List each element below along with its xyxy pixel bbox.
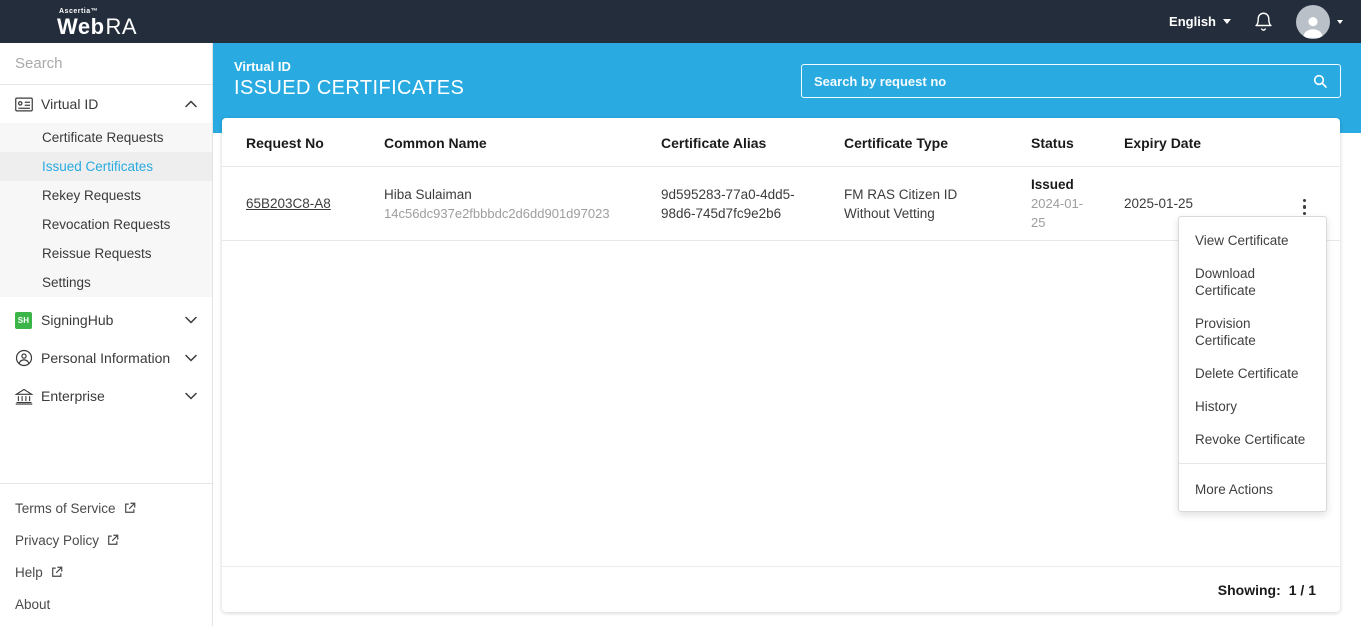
- table-empty-area: [222, 241, 1340, 566]
- chevron-up-icon: [185, 100, 197, 108]
- request-no-link[interactable]: 65B203C8-A8: [246, 196, 331, 211]
- col-request-no: Request No: [222, 118, 360, 167]
- sidebar-item-virtual-id[interactable]: Virtual ID: [0, 85, 212, 123]
- chevron-down-icon: [185, 316, 197, 324]
- sidebar-search: [0, 43, 212, 85]
- pagination-bar: Showing: 1 / 1: [222, 566, 1340, 612]
- sidebar-search-input[interactable]: [15, 55, 214, 72]
- search-icon[interactable]: [1312, 73, 1328, 89]
- row-actions-menu: View Certificate Download Certificate Pr…: [1178, 216, 1327, 512]
- table-header-row: Request No Common Name Certificate Alias…: [222, 118, 1340, 167]
- external-link-icon: [124, 502, 136, 514]
- common-name-hash: 14c56dc937e2fbbbdc2d6dd901d97023: [384, 204, 629, 223]
- col-certificate-alias: Certificate Alias: [637, 118, 820, 167]
- certificates-table: Request No Common Name Certificate Alias…: [222, 118, 1340, 241]
- status-date: 2024-01-25: [1031, 194, 1092, 232]
- sidebar-item-rekey-requests[interactable]: Rekey Requests: [0, 181, 212, 210]
- menu-item-delete-certificate[interactable]: Delete Certificate: [1179, 357, 1326, 390]
- user-menu[interactable]: [1296, 5, 1343, 39]
- language-label: English: [1169, 14, 1216, 29]
- external-link-icon: [107, 534, 119, 546]
- avatar: [1296, 5, 1330, 39]
- person-icon: [15, 349, 41, 367]
- caret-down-icon: [1223, 19, 1231, 24]
- link-help[interactable]: Help: [0, 556, 212, 588]
- menu-item-provision-certificate[interactable]: Provision Certificate: [1179, 307, 1326, 357]
- menu-divider: [1179, 463, 1326, 464]
- virtual-id-submenu: Certificate Requests Issued Certificates…: [0, 123, 212, 297]
- col-certificate-type: Certificate Type: [820, 118, 1007, 167]
- sidebar-item-reissue-requests[interactable]: Reissue Requests: [0, 239, 212, 268]
- showing-value: 1 / 1: [1289, 582, 1316, 598]
- certificate-type: FM RAS Citizen ID Without Vetting: [820, 167, 1007, 241]
- menu-item-revoke-certificate[interactable]: Revoke Certificate: [1179, 423, 1326, 456]
- id-card-icon: [15, 97, 41, 112]
- link-about[interactable]: About: [0, 588, 212, 620]
- sidebar-item-label: Virtual ID: [41, 96, 185, 112]
- certificate-alias: 9d595283-77a0-4dd5-98d6-745d7fc9e2b6: [637, 167, 820, 241]
- menu-item-history[interactable]: History: [1179, 390, 1326, 423]
- col-expiry-date: Expiry Date: [1100, 118, 1240, 167]
- sidebar-item-certificate-requests[interactable]: Certificate Requests: [0, 123, 212, 152]
- sidebar-item-label: Personal Information: [41, 350, 185, 366]
- topbar-actions: English: [1169, 5, 1343, 39]
- sidebar-item-label: SigningHub: [41, 312, 185, 328]
- sidebar-item-issued-certificates[interactable]: Issued Certificates: [0, 152, 212, 181]
- topbar: Ascertia™ WebRA English: [0, 0, 1361, 43]
- sidebar-spacer: [0, 415, 212, 483]
- external-link-icon: [51, 566, 63, 578]
- status-badge: Issued: [1031, 175, 1092, 194]
- sidebar-item-personal-information[interactable]: Personal Information: [0, 339, 212, 377]
- request-search-input[interactable]: [814, 74, 1312, 89]
- menu-item-view-certificate[interactable]: View Certificate: [1179, 224, 1326, 257]
- chevron-down-icon: [185, 354, 197, 362]
- language-selector[interactable]: English: [1169, 14, 1231, 29]
- common-name: Hiba Sulaiman: [384, 185, 629, 204]
- caret-down-icon: [1337, 20, 1343, 24]
- showing-label: Showing:: [1218, 582, 1281, 598]
- chevron-down-icon: [185, 392, 197, 400]
- col-common-name: Common Name: [360, 118, 637, 167]
- menu-item-more-actions[interactable]: More Actions: [1179, 470, 1326, 499]
- link-privacy-policy[interactable]: Privacy Policy: [0, 524, 212, 556]
- sidebar-item-enterprise[interactable]: Enterprise: [0, 377, 212, 415]
- table-row: 65B203C8-A8 Hiba Sulaiman 14c56dc937e2fb…: [222, 167, 1340, 241]
- signinghub-icon: SH: [15, 312, 41, 329]
- sidebar-item-settings[interactable]: Settings: [0, 268, 212, 297]
- issued-certificates-card: Request No Common Name Certificate Alias…: [222, 118, 1340, 612]
- bank-icon: [15, 388, 41, 405]
- sidebar-footer: Terms of Service Privacy Policy Help Abo…: [0, 484, 212, 626]
- sidebar-item-signinghub[interactable]: SH SigningHub: [0, 301, 212, 339]
- sidebar: Virtual ID Certificate Requests Issued C…: [0, 43, 213, 626]
- col-status: Status: [1007, 118, 1100, 167]
- notifications-bell-icon[interactable]: [1253, 11, 1274, 33]
- col-actions: [1240, 118, 1340, 167]
- request-search-box: [801, 64, 1341, 98]
- brand-logo[interactable]: Ascertia™ WebRA: [57, 8, 137, 38]
- sidebar-item-revocation-requests[interactable]: Revocation Requests: [0, 210, 212, 239]
- sidebar-item-label: Enterprise: [41, 388, 185, 404]
- link-terms-of-service[interactable]: Terms of Service: [0, 492, 212, 524]
- brand-webra: WebRA: [57, 16, 137, 38]
- menu-item-download-certificate[interactable]: Download Certificate: [1179, 257, 1326, 307]
